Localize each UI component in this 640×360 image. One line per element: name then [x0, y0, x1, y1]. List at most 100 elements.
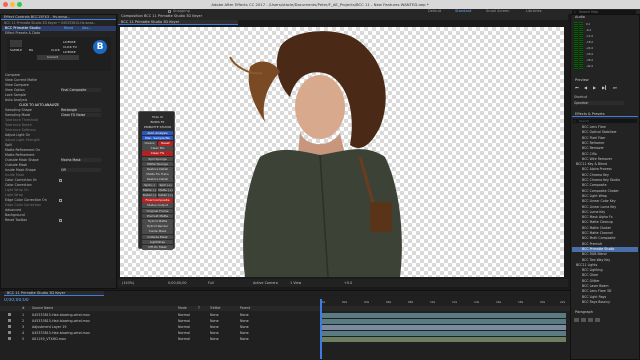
- overlay-button[interactable]: Man. Sample BG: [142, 135, 173, 141]
- edge-cc-checkbox[interactable]: [59, 199, 62, 202]
- overlay-button[interactable]: Final Composite: [142, 198, 173, 203]
- first-frame-icon[interactable]: ⏮: [575, 85, 579, 90]
- justify-icon[interactable]: [595, 318, 600, 322]
- next-frame-icon[interactable]: ▶▎: [602, 85, 608, 90]
- search-help-placeholder: Search Help: [579, 9, 599, 14]
- align-right-icon[interactable]: [588, 318, 593, 322]
- eye-icon[interactable]: [8, 331, 11, 334]
- tab-audio[interactable]: Audio: [572, 15, 638, 20]
- layer-trkmat-dropdown[interactable]: None: [210, 336, 219, 342]
- layer-number: 5: [22, 337, 25, 341]
- views-dropdown[interactable]: 1 View: [290, 279, 301, 287]
- outside-mask-shape-dropdown[interactable]: Mocha Mask: [61, 158, 101, 162]
- viewer-footer: (143%) 0;00;00;00 Full Active Camera 1 V…: [118, 279, 568, 287]
- overlay-button[interactable]: Matte (-): [142, 187, 157, 193]
- search-help-field[interactable]: ⌕ Search Help: [572, 9, 636, 14]
- composition-subtab[interactable]: BCC 11 Primatte Studio 3D Keyer: [118, 20, 238, 25]
- breadcrumb: BCC 11 Primatte Studio 3D Keyer • 045333…: [4, 21, 96, 25]
- overlay-heading[interactable]: Hide UI: [142, 115, 173, 120]
- close-window-button[interactable]: [3, 2, 8, 7]
- transparency-grid[interactable]: [120, 27, 564, 277]
- ruler-tick: 12s: [452, 300, 458, 304]
- view-option-dropdown[interactable]: Final Composite: [61, 88, 101, 92]
- overlay-button[interactable]: Spill (+): [158, 182, 173, 188]
- overlay-button[interactable]: Matte (+): [158, 187, 173, 193]
- layer-bar[interactable]: [322, 318, 566, 324]
- layer-bar[interactable]: [322, 312, 566, 318]
- search-icon: ⌕: [574, 9, 576, 14]
- time-ruler[interactable]: 00s 02s 04s 06s 08s 10s 12s 14s 16s 18s …: [320, 300, 568, 306]
- sample-tool-button[interactable]: [10, 40, 22, 47]
- overlay-button[interactable]: Hybrid Matte: [142, 219, 173, 224]
- viewer-timecode[interactable]: 0;00;00;00: [168, 279, 187, 287]
- eye-icon[interactable]: [8, 313, 11, 316]
- overlay-button[interactable]: Premult Matte: [142, 213, 173, 219]
- current-button[interactable]: Current: [37, 55, 79, 60]
- overlay-button[interactable]: Spill Sponge: [142, 156, 173, 162]
- layer-parent-dropdown[interactable]: None: [240, 336, 249, 342]
- overlay-button[interactable]: Hybrid Render: [142, 224, 173, 229]
- tab-effects-presets[interactable]: Effects & Presets: [572, 112, 638, 117]
- overlay-button[interactable]: Restore Detail: [142, 167, 173, 172]
- tab-paragraph[interactable]: Paragraph: [572, 310, 638, 315]
- zoom-dropdown[interactable]: (143%): [122, 279, 134, 287]
- tab-composition[interactable]: Composition BCC 11 Primatte Studio 3D Ke…: [118, 14, 298, 19]
- tab-timeline[interactable]: BCC 11 Primatte Studio 3D Keyer: [4, 291, 104, 296]
- overlay-button[interactable]: Matte Sponge: [142, 161, 173, 167]
- minimize-window-button[interactable]: [10, 2, 15, 7]
- db-label: -6.0: [586, 28, 592, 32]
- overlay-button[interactable]: Auto Analysis: [142, 130, 173, 136]
- align-center-icon[interactable]: [581, 318, 586, 322]
- timeline-layer-5[interactable]: 5 001159_VTXHD.mov Normal None None: [0, 336, 318, 342]
- overlay-button[interactable]: Restore Detail: [142, 177, 173, 182]
- reset-toolbar-checkbox[interactable]: [59, 219, 62, 222]
- overlay-button[interactable]: Reset: [158, 141, 173, 146]
- column-source-name[interactable]: Source Name: [32, 306, 53, 311]
- sampling-shape-dropdown[interactable]: Rectangle: [61, 108, 101, 112]
- effects-search-input[interactable]: ⌕ Search: [573, 119, 637, 123]
- camera-dropdown[interactable]: Active Camera: [253, 279, 278, 287]
- overlay-button[interactable]: Outside Mask: [142, 234, 173, 240]
- shortcut-dropdown[interactable]: Spacebar: [574, 101, 624, 105]
- overlay-button[interactable]: Clean BG: [142, 146, 173, 151]
- tab-preview[interactable]: Preview: [572, 78, 638, 83]
- overlay-button[interactable]: Status Output: [142, 203, 173, 208]
- effect-item[interactable]: BCC Rays Bouncy: [572, 300, 638, 305]
- overlay-button[interactable]: Cleans: [142, 141, 157, 146]
- eye-icon[interactable]: [8, 325, 11, 328]
- inside-mask-shape-dropdown[interactable]: Off: [61, 168, 101, 172]
- overlay-button[interactable]: Spill (-): [142, 182, 157, 188]
- prev-frame-icon[interactable]: ◀: [584, 85, 587, 90]
- overlay-button[interactable]: Original Frame: [142, 208, 173, 214]
- sampling-mode-dropdown[interactable]: Clean FG Noise: [61, 113, 101, 117]
- overlay-button[interactable]: Detail (+): [158, 193, 173, 198]
- ruler-tick: 20s: [540, 300, 546, 304]
- align-left-icon[interactable]: [574, 318, 579, 322]
- last-frame-icon[interactable]: ⏭: [613, 85, 617, 90]
- eye-icon[interactable]: [8, 337, 11, 340]
- color-correction-checkbox[interactable]: [59, 179, 62, 182]
- layer-mode-dropdown[interactable]: Normal: [178, 336, 190, 342]
- zoom-window-button[interactable]: [17, 2, 22, 7]
- exposure-value[interactable]: +0.0: [344, 279, 352, 287]
- current-label: Current: [47, 55, 59, 59]
- play-icon[interactable]: ▶: [593, 85, 596, 90]
- db-label: -30.0: [586, 52, 594, 56]
- layer-bar[interactable]: [322, 324, 566, 330]
- resolution-dropdown[interactable]: Full: [208, 279, 214, 287]
- param-row[interactable]: Reset Toolbar: [1, 218, 27, 223]
- snapping-checkbox[interactable]: [168, 10, 171, 13]
- tab-effect-controls[interactable]: Effect Controls BCC15FX3 - Hs.wvsa...: [1, 15, 116, 20]
- overlay-button[interactable]: Off-On Mask: [142, 245, 173, 250]
- layer-bar[interactable]: [322, 336, 566, 342]
- overlay-button[interactable]: Detail (-): [142, 193, 157, 198]
- layer-bar[interactable]: [322, 330, 566, 336]
- overlay-button[interactable]: Clean FG: [142, 151, 173, 156]
- overlay-button[interactable]: LightWrap: [142, 239, 173, 245]
- overlay-button[interactable]: Inside Mask: [142, 229, 173, 234]
- primatte-overlay-toolbar: Hide UI BORIS FX PRIMATTE STUDIO Auto Analy…: [138, 111, 175, 250]
- overlay-button[interactable]: Matte FG Trans: [142, 172, 173, 177]
- timeline-timecode[interactable]: 0;00;00;00: [4, 298, 29, 303]
- eye-icon[interactable]: [8, 319, 11, 322]
- effect-presets-row[interactable]: Effect Presets & Data: [1, 31, 115, 36]
